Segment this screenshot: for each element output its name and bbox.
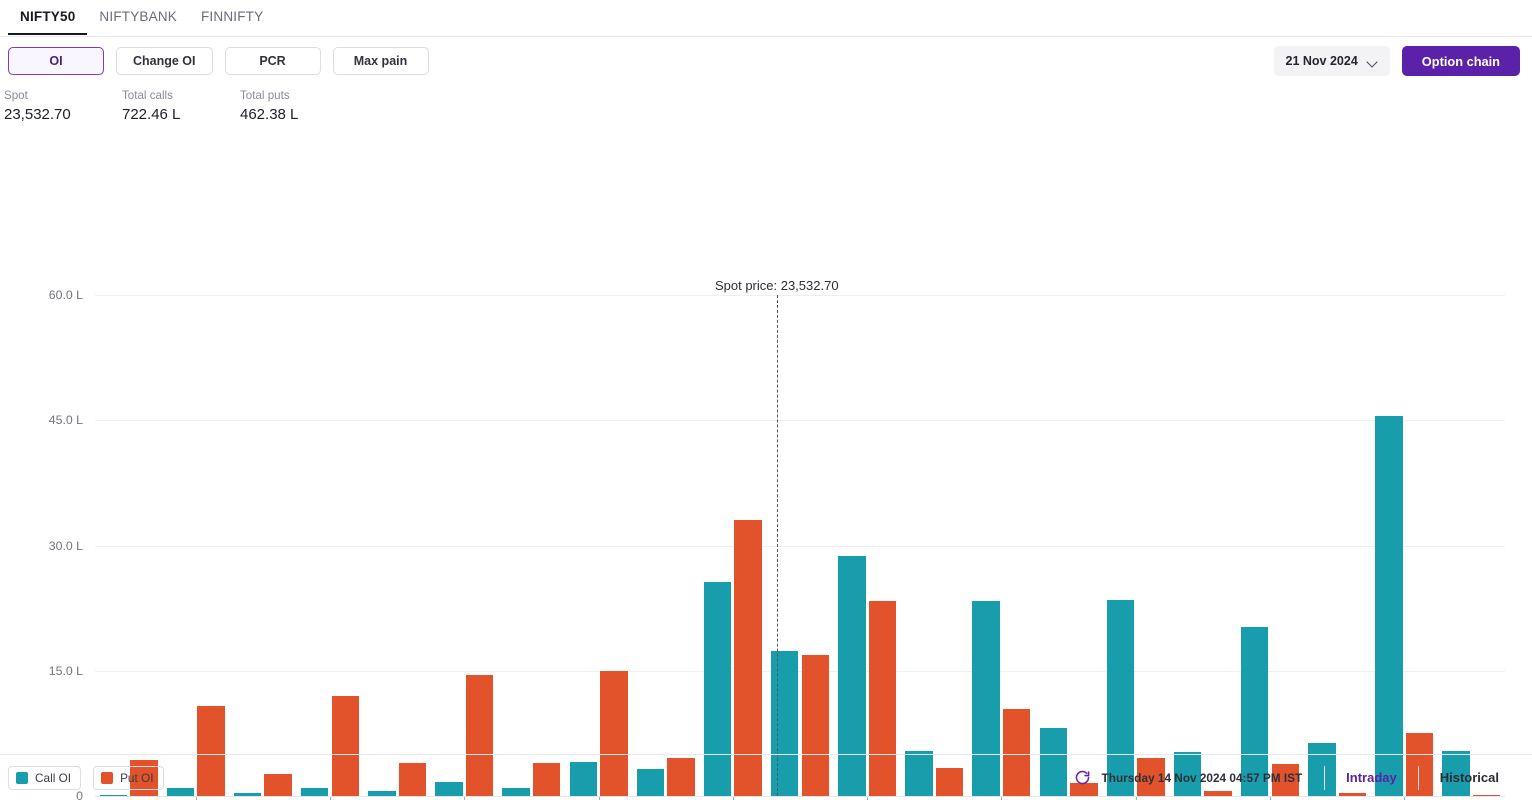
tab-nifty50-label: NIFTY50 — [20, 9, 76, 24]
metric-button-change-oi-label: Change OI — [133, 54, 196, 68]
footer-link-historical[interactable]: Historical — [1419, 770, 1520, 785]
spot-price-line — [776, 295, 778, 796]
legend-swatch-put-oi — [101, 771, 114, 784]
oi-chart: 015.0 L30.0 L45.0 L60.0 L23,10023,20023,… — [0, 126, 1532, 800]
chart-toolbar: OI Change OI PCR Max pain 21 Nov 2024 Op… — [0, 37, 1532, 85]
expiry-date-value: 21 Nov 2024 — [1285, 54, 1358, 68]
tab-nifty50[interactable]: NIFTY50 — [8, 0, 88, 35]
y-gridline — [95, 295, 1505, 296]
legend-swatch-call-oi — [16, 771, 28, 784]
footer-link-intraday[interactable]: Intraday — [1325, 770, 1418, 785]
legend-item-call-oi[interactable]: Call OI — [8, 765, 82, 790]
metric-button-oi[interactable]: OI — [8, 47, 104, 75]
stat-total-puts: Total puts 462.38 L — [240, 87, 358, 126]
tab-niftybank[interactable]: NIFTYBANK — [87, 0, 189, 34]
y-axis-tick-label: 15.0 L — [48, 663, 83, 678]
chart-legend: Call OI Put OI — [8, 765, 164, 790]
chevron-down-icon — [1367, 56, 1378, 67]
last-updated-timestamp: Thursday 14 Nov 2024 04:57 PM IST — [1101, 770, 1303, 785]
stat-total-calls-label: Total calls — [122, 89, 173, 102]
metric-button-oi-label: OI — [49, 54, 63, 68]
tab-finnifty[interactable]: FINNIFTY — [189, 0, 275, 34]
stat-total-calls: Total calls 722.46 L — [122, 87, 240, 126]
y-axis-tick-label: 60.0 L — [48, 288, 83, 302]
stat-spot-label: Spot — [4, 89, 28, 102]
y-gridline — [95, 670, 1505, 672]
y-axis-tick-label: 30.0 L — [48, 538, 83, 553]
expiry-date-dropdown[interactable]: 21 Nov 2024 — [1273, 46, 1390, 76]
metric-button-max-pain-label: Max pain — [353, 54, 408, 68]
legend-label-put-oi: Put OI — [120, 770, 154, 785]
stat-spot-value: 23,532.70 — [4, 106, 71, 123]
tab-niftybank-label: NIFTYBANK — [99, 9, 177, 24]
metric-button-pcr-label: PCR — [259, 54, 286, 68]
index-tab-bar: NIFTY50 NIFTYBANK FINNIFTY — [0, 0, 1532, 37]
stat-spot: Spot 23,532.70 — [4, 87, 122, 126]
metric-button-change-oi[interactable]: Change OI — [116, 47, 213, 75]
bar-call-oi[interactable] — [1375, 416, 1403, 796]
y-axis-tick-label: 45.0 L — [48, 413, 83, 428]
stat-total-puts-label: Total puts — [240, 89, 290, 102]
footer-right-group: Thursday 14 Nov 2024 04:57 PM IST Intrad… — [1074, 765, 1520, 791]
tab-finnifty-label: FINNIFTY — [200, 9, 264, 24]
option-chain-button-label: Option chain — [1421, 53, 1500, 69]
summary-stats: Spot 23,532.70 Total calls 722.46 L Tota… — [0, 85, 1532, 126]
metric-button-pcr[interactable]: PCR — [224, 47, 321, 75]
spot-price-annotation-label: Spot price: 23,532.70 — [714, 278, 839, 293]
metric-button-max-pain[interactable]: Max pain — [332, 47, 429, 75]
stat-total-puts-value: 462.38 L — [240, 106, 299, 123]
legend-label-call-oi: Call OI — [35, 770, 72, 785]
stat-total-calls-value: 722.46 L — [122, 106, 181, 123]
chart-footer: Call OI Put OI Thursday 14 Nov 2024 04:5… — [0, 754, 1532, 800]
legend-item-put-oi[interactable]: Put OI — [93, 765, 164, 790]
y-gridline — [95, 420, 1505, 422]
refresh-icon[interactable] — [1074, 769, 1091, 786]
y-gridline — [95, 545, 1505, 547]
option-chain-button[interactable]: Option chain — [1401, 46, 1520, 76]
